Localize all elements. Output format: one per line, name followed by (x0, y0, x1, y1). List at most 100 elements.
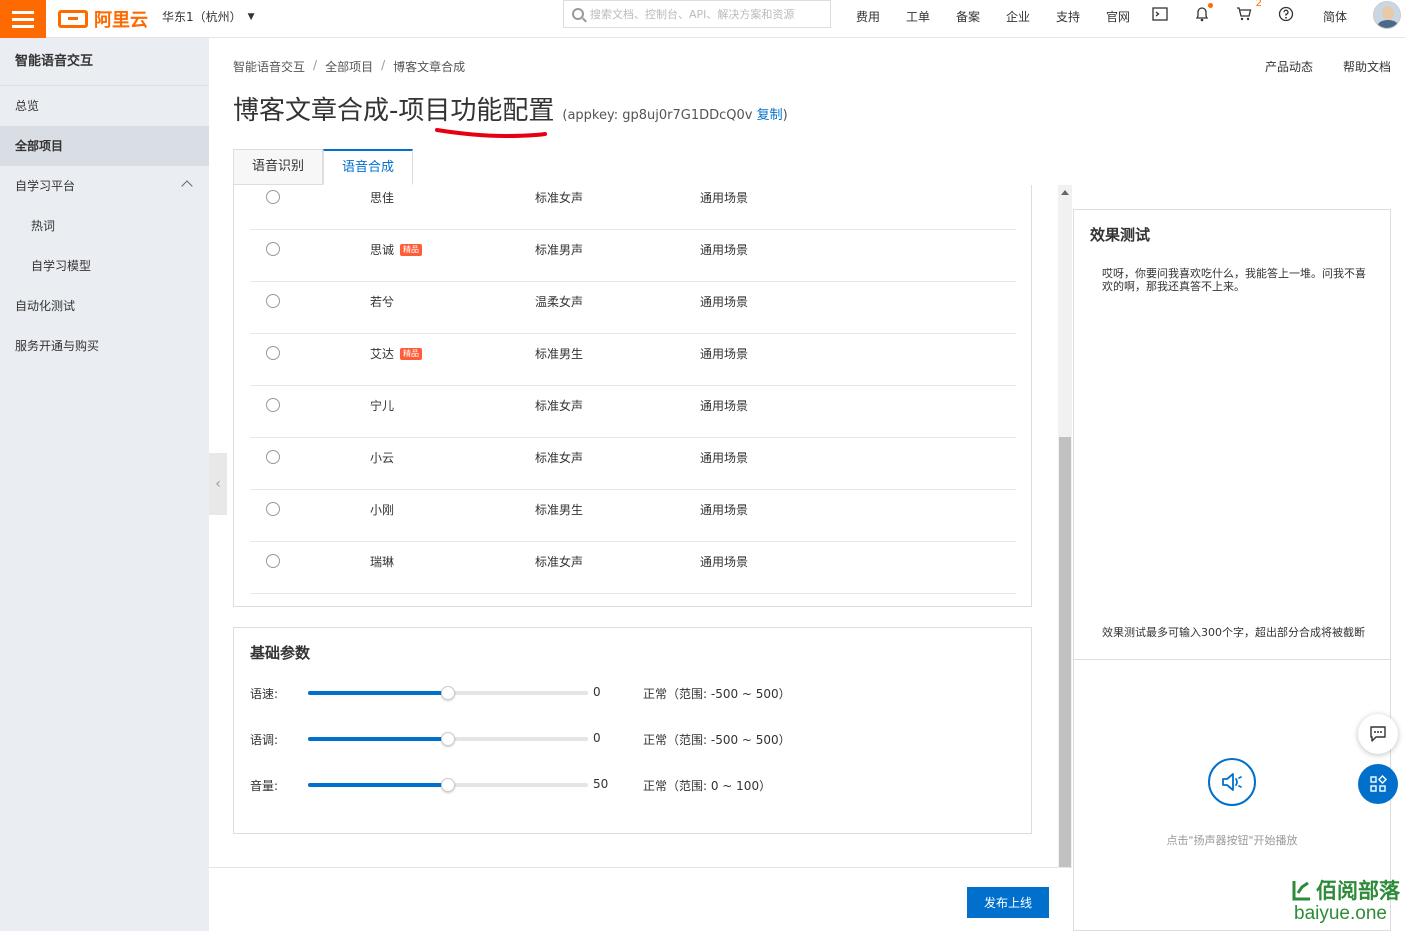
voice-name-cell: 思佳 (370, 189, 394, 206)
param-label: 音量: (250, 779, 279, 793)
search-icon (572, 8, 584, 20)
sidebar-item-all-projects[interactable]: 全部项目 (0, 126, 209, 166)
slider-handle[interactable] (441, 778, 455, 792)
top-link-tickets[interactable]: 工单 (893, 8, 943, 25)
content-area: 思佳 标准女声 通用场景 思诚 精品 标准男声 通用场景 若兮 温柔女声 通用场景… (209, 185, 1058, 867)
scrollbar-thumb[interactable] (1059, 437, 1071, 867)
top-links: 费用 工单 备案 企业 支持 官网 (843, 8, 1143, 25)
scroll-up-arrow-icon[interactable] (1061, 190, 1069, 195)
voice-scene: 通用场景 (700, 451, 749, 465)
search-placeholder: 搜索文档、控制台、API、解决方案和资源 (590, 8, 795, 21)
watermark-logo-icon (1292, 881, 1310, 901)
effect-test-panel: 效果测试 哎呀，你要问我喜欢吃什么，我能答上一堆。问我不喜欢的啊，那我还真答不上… (1073, 209, 1391, 931)
test-text-input[interactable]: 哎呀，你要问我喜欢吃什么，我能答上一堆。问我不喜欢的啊，那我还真答不上来。 (1102, 267, 1368, 293)
region-label: 华东1（杭州） (162, 10, 242, 24)
voice-name: 宁儿 (370, 399, 395, 413)
voice-scene: 通用场景 (700, 347, 749, 361)
top-link-fees[interactable]: 费用 (843, 8, 893, 25)
watermark: 佰阅部落 baiyue.one (1290, 873, 1405, 929)
chat-float-button[interactable] (1358, 714, 1398, 754)
voice-name-cell: 小云 (370, 449, 394, 466)
sidebar-item-auto-test[interactable]: 自动化测试 (0, 286, 209, 326)
voice-row[interactable]: 小刚 标准男生 通用场景 (250, 490, 1016, 542)
voice-row[interactable]: 瑞琳 标准女声 通用场景 (250, 542, 1016, 594)
help-icon[interactable] (1276, 4, 1296, 24)
voice-type: 标准女声 (535, 399, 584, 413)
param-value: 50 (593, 777, 609, 791)
voice-radio[interactable] (266, 294, 280, 308)
voice-radio[interactable] (266, 190, 280, 204)
speed-slider[interactable] (308, 686, 588, 700)
content-scrollbar[interactable] (1058, 185, 1072, 867)
voice-type: 标准男生 (535, 503, 584, 517)
cart-badge: 2 (1255, 0, 1262, 9)
breadcrumb-item-current: 博客文章合成 (393, 60, 466, 74)
slider-handle[interactable] (441, 686, 455, 700)
voice-radio[interactable] (266, 554, 280, 568)
breadcrumb-item[interactable]: 智能语音交互 (233, 58, 305, 75)
appkey-value: (appkey: gp8uj0r7G1DDcQ0v (562, 108, 753, 123)
cart-icon[interactable]: 2 (1234, 0, 1262, 24)
help-docs-link[interactable]: 帮助文档 (1343, 58, 1391, 75)
publish-button[interactable]: 发布上线 (967, 887, 1049, 918)
tab-speech-recognition[interactable]: 语音识别 (233, 149, 323, 185)
voice-radio[interactable] (266, 502, 280, 516)
voice-name: 若兮 (370, 295, 395, 309)
sidebar-item-self-learning[interactable]: 自学习平台 (0, 166, 209, 206)
voice-radio[interactable] (266, 398, 280, 412)
copy-appkey-link[interactable]: 复制 (757, 108, 783, 123)
slider-fill (308, 783, 448, 787)
slider-handle[interactable] (441, 732, 455, 746)
speaker-button[interactable] (1208, 758, 1256, 806)
caret-down-icon: ▼ (247, 11, 255, 22)
sidebar-item-label: 热词 (31, 219, 56, 233)
search-box[interactable]: 搜索文档、控制台、API、解决方案和资源 (563, 0, 831, 28)
voice-row[interactable]: 思佳 标准女声 通用场景 (250, 185, 1016, 230)
sidebar-item-overview[interactable]: 总览 (0, 86, 209, 126)
sidebar-item-hotwords[interactable]: 热词 (0, 206, 209, 246)
voice-radio[interactable] (266, 346, 280, 360)
appkey-close-paren: ) (782, 108, 788, 123)
param-range: 正常（范围: -500 ~ 500） (643, 733, 791, 747)
sidebar-item-self-learning-model[interactable]: 自学习模型 (0, 246, 209, 286)
voice-type: 标准男生 (535, 347, 584, 361)
voice-row[interactable]: 若兮 温柔女声 通用场景 (250, 282, 1016, 334)
apps-float-button[interactable] (1358, 764, 1398, 804)
hamburger-menu-icon[interactable] (0, 0, 46, 38)
pitch-slider[interactable] (308, 732, 588, 746)
voice-row[interactable]: 思诚 精品 标准男声 通用场景 (250, 230, 1016, 282)
voice-type: 标准女声 (535, 451, 584, 465)
voice-scene: 通用场景 (700, 191, 749, 205)
product-news-link[interactable]: 产品动态 (1265, 58, 1313, 75)
chat-icon (1370, 726, 1386, 742)
volume-slider[interactable] (308, 778, 588, 792)
top-link-official-site[interactable]: 官网 (1093, 8, 1143, 25)
voice-type: 温柔女声 (535, 295, 584, 309)
aliyun-logo[interactable]: 阿里云 (58, 6, 148, 32)
voice-name: 思诚 (370, 243, 395, 257)
voice-radio[interactable] (266, 450, 280, 464)
top-link-enterprise[interactable]: 企业 (993, 8, 1043, 25)
voice-name: 小云 (370, 451, 395, 465)
voice-name: 艾达 (370, 347, 395, 361)
voice-scene: 通用场景 (700, 399, 749, 413)
bell-icon[interactable] (1192, 3, 1213, 24)
voice-row[interactable]: 小云 标准女声 通用场景 (250, 438, 1016, 490)
voice-type: 标准男声 (535, 243, 584, 257)
apps-grid-icon (1370, 775, 1387, 792)
sidebar-item-service-purchase[interactable]: 服务开通与购买 (0, 326, 209, 366)
avatar[interactable] (1373, 1, 1401, 29)
tabs: 语音识别 语音合成 (233, 149, 413, 185)
voice-row[interactable]: 宁儿 标准女声 通用场景 (250, 386, 1016, 438)
breadcrumb-item[interactable]: 全部项目 (325, 58, 373, 75)
tab-speech-synthesis[interactable]: 语音合成 (323, 149, 413, 185)
voice-row[interactable]: 艾达 精品 标准男生 通用场景 (250, 334, 1016, 386)
test-limit-note: 效果测试最多可输入300个字，超出部分合成将被截断 (1102, 626, 1365, 639)
region-selector[interactable]: 华东1（杭州） ▼ (162, 8, 255, 25)
voice-radio[interactable] (266, 242, 280, 256)
terminal-icon[interactable] (1150, 4, 1170, 24)
top-link-support[interactable]: 支持 (1043, 8, 1093, 25)
top-link-icp[interactable]: 备案 (943, 8, 993, 25)
language-switch[interactable]: 简体 (1323, 8, 1347, 25)
notification-dot (1208, 3, 1213, 8)
